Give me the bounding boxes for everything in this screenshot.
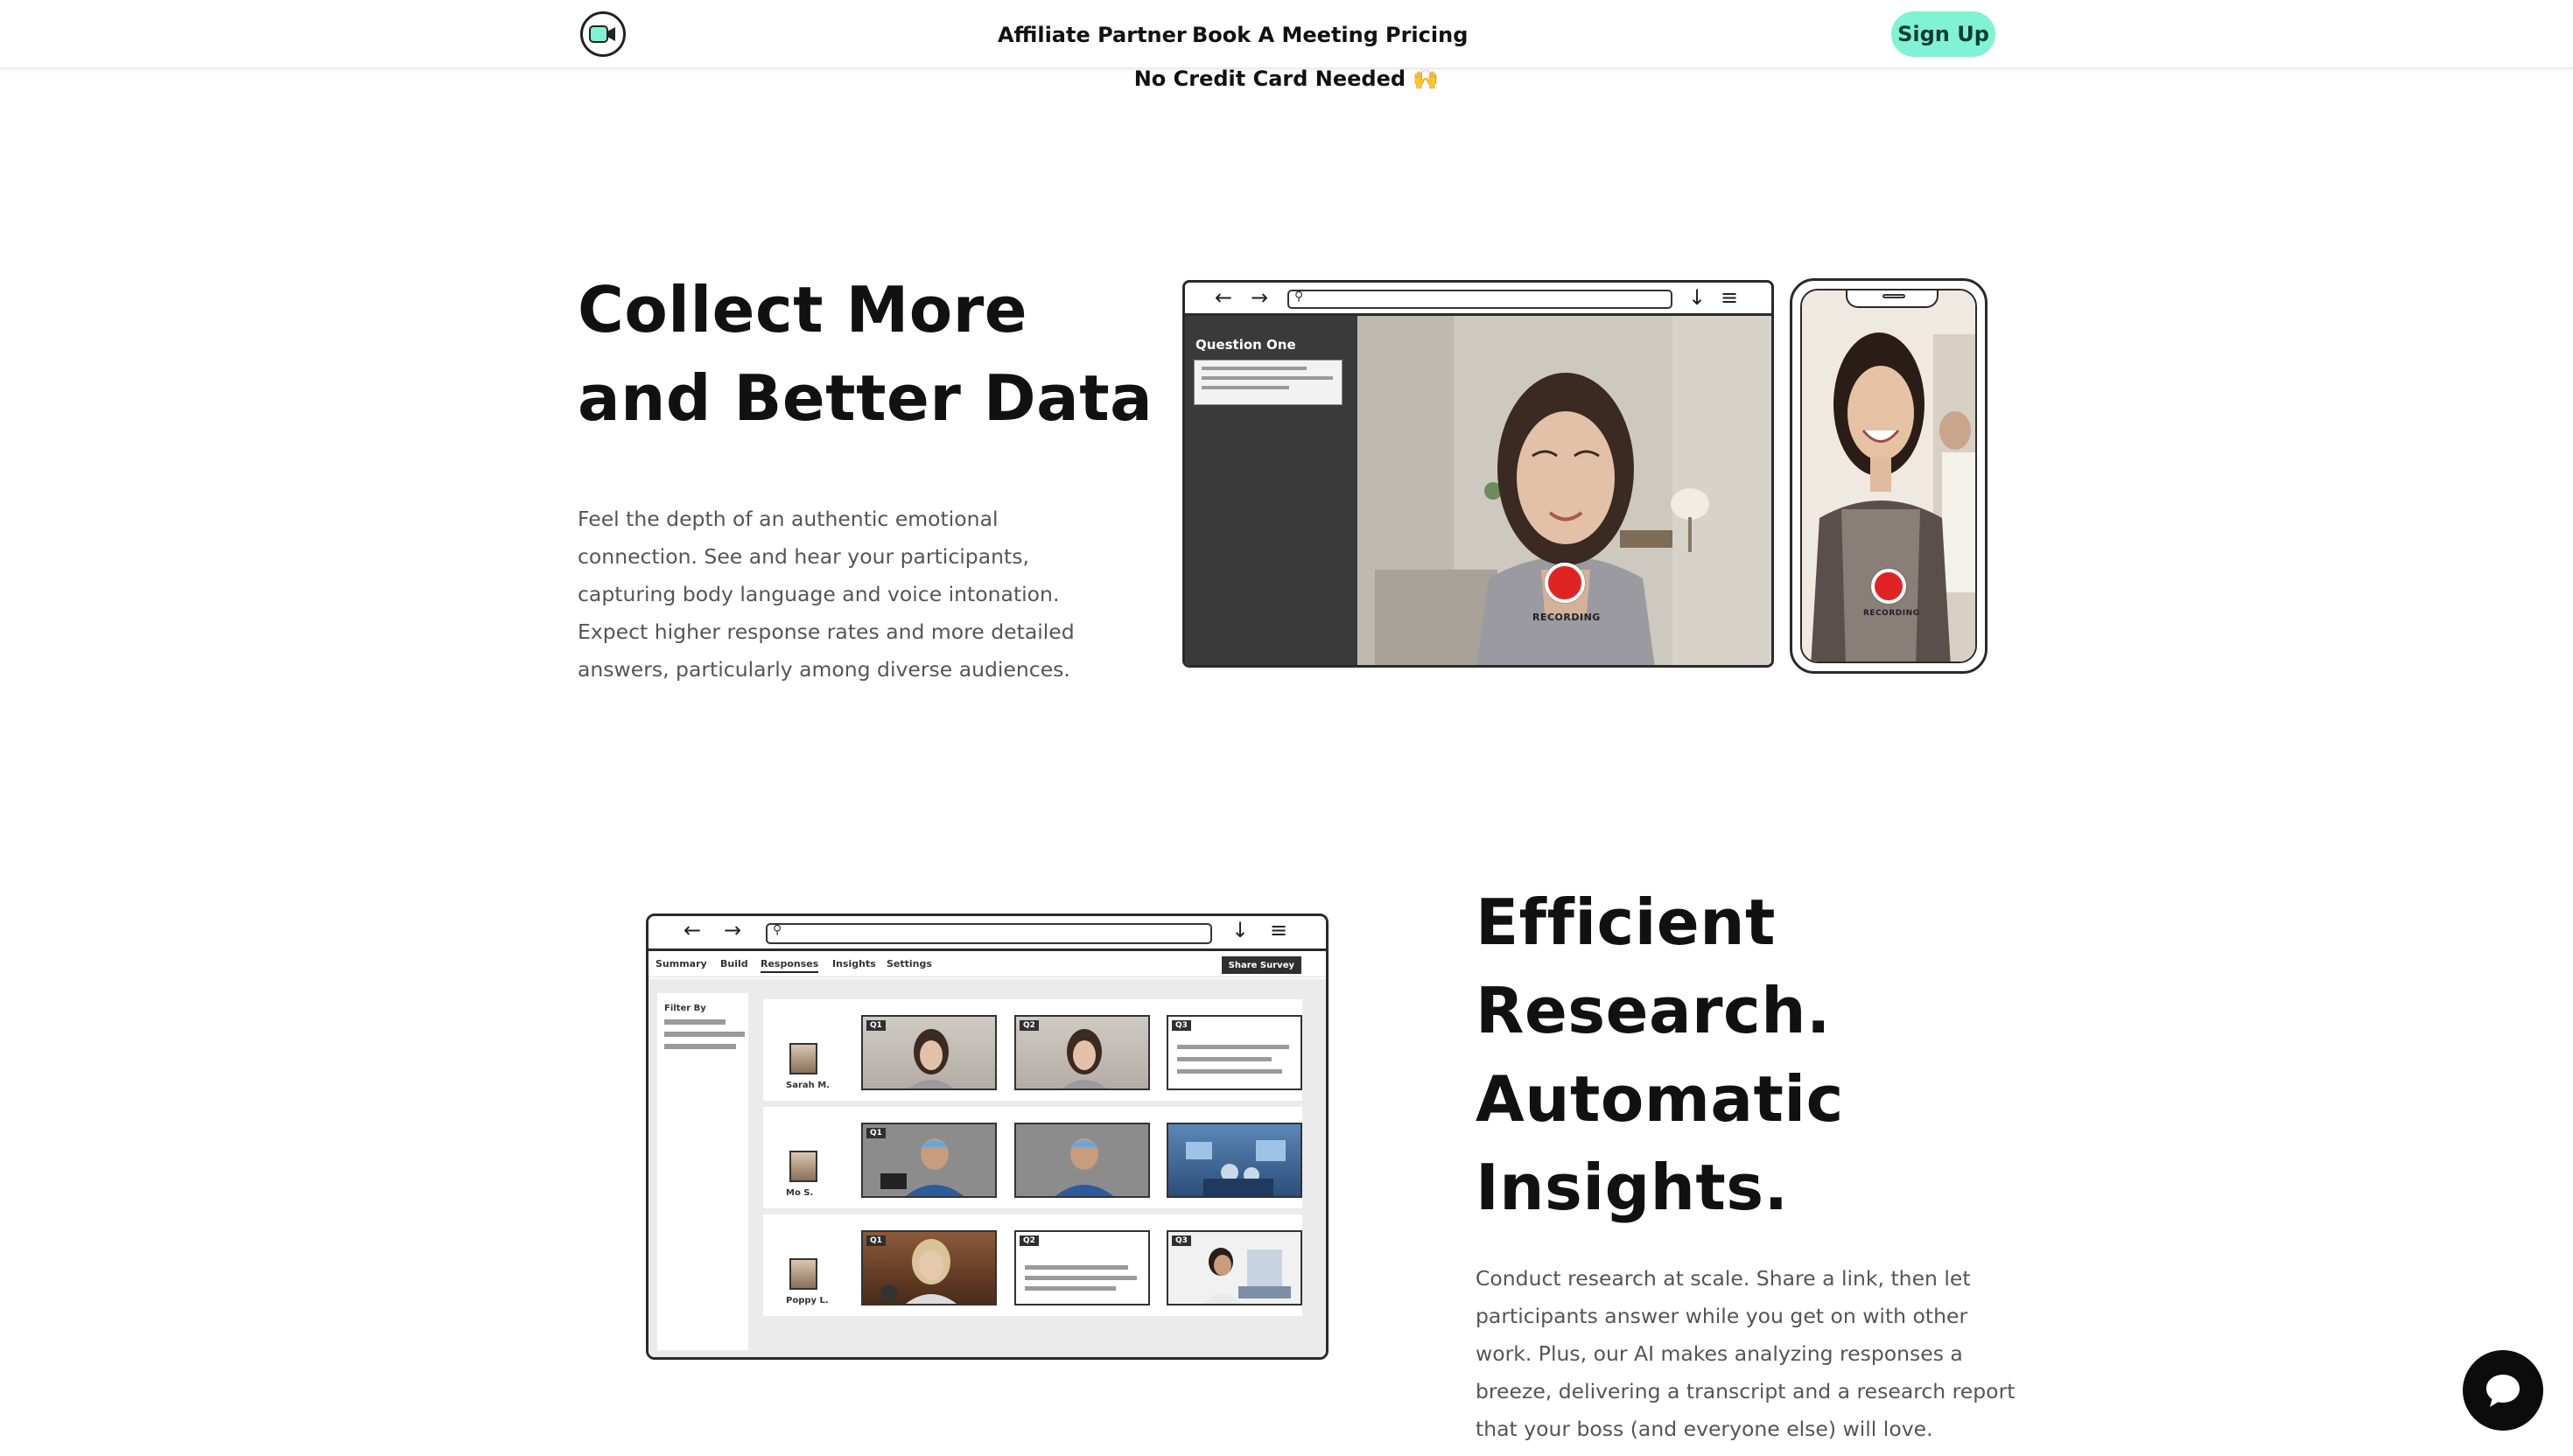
tab-responses: Responses [761,958,819,973]
collect-heading-line1: Collect More [578,273,1028,346]
download-arrow-icon: ↓ [1231,918,1250,942]
browser-toolbar: ← → ⚲ ↓ ≡ [649,916,1326,951]
participant-name: Poppy L. [786,1296,829,1306]
response-thumbnail: Q3 [1167,1230,1302,1306]
phone-screen: RECORDING [1800,289,1977,663]
participant-row: Sarah M. Q1 Q2 Q3 [763,999,1302,1101]
participant-row: Mo S. Q1 [763,1107,1302,1208]
chat-widget-button[interactable] [2463,1350,2543,1431]
research-heading-line4: Insights. [1476,1151,1789,1224]
site-header: Affiliate Partner Book A Meeting Pricing… [0,0,2573,69]
question-label: Q2 [1020,1236,1039,1246]
participant-row: Poppy L. Q1 Q2 Q3 [763,1214,1302,1316]
menu-icon: ≡ [1721,285,1739,310]
tab-settings: Settings [887,958,932,970]
nav-pricing[interactable]: Pricing [1385,23,1468,47]
question-label: Q3 [1172,1236,1191,1246]
logo-link[interactable] [580,11,626,57]
response-thumbnail: Q1 [861,1015,997,1090]
record-button-icon [1871,569,1906,604]
forward-arrow-icon: → [724,918,742,942]
back-arrow-icon: ← [1215,285,1233,310]
question-label: Q1 [866,1236,886,1246]
forward-arrow-icon: → [1251,285,1269,310]
search-icon: ⚲ [1294,290,1304,304]
tab-insights: Insights [832,958,876,970]
url-bar: ⚲ [1287,290,1672,309]
dashboard-mockup: ← → ⚲ ↓ ≡ Summary Build Responses Insigh… [646,914,1329,1360]
collect-heading-line2: and Better Data [578,361,1153,435]
research-heading: Efficient Research. Automatic Insights. [1476,878,1844,1232]
research-heading-line1: Efficient [1476,886,1776,959]
question-label: Q1 [866,1128,886,1138]
research-heading-line2: Research. [1476,974,1831,1047]
share-survey-button: Share Survey [1221,956,1301,974]
sign-up-button[interactable]: Sign Up [1891,11,1995,57]
main-nav-3: Pricing [1385,0,1468,69]
participant-name: Mo S. [786,1188,814,1198]
research-heading-line3: Automatic [1476,1062,1844,1136]
tab-summary: Summary [656,958,707,970]
main-nav: Affiliate Partner [998,0,1187,69]
response-thumbnail [1014,1123,1150,1198]
participant-video: RECORDING [1357,316,1771,665]
question-sidebar: Question One [1185,316,1357,665]
response-thumbnail: Q1 [861,1123,997,1198]
browser-toolbar: ← → ⚲ ↓ ≡ [1185,283,1771,316]
filter-panel: Filter By [657,993,748,1350]
filter-title: Filter By [664,1004,706,1013]
response-thumbnail: Q1 [861,1230,997,1306]
record-button-icon [1545,563,1585,603]
recording-label: RECORDING [1863,609,1920,618]
nav-affiliate-partner[interactable]: Affiliate Partner [998,23,1187,47]
response-thumbnail [1167,1123,1302,1198]
nav-book-a-meeting[interactable]: Book A Meeting [1192,23,1378,47]
question-title: Question One [1195,337,1296,353]
collect-description: Feel the depth of an authentic emotional… [578,507,1075,682]
response-text-thumbnail: Q2 [1014,1230,1150,1306]
participant-avatar [789,1258,817,1290]
no-credit-card-note: No Credit Card Needed 🙌 [1133,66,1440,91]
download-arrow-icon: ↓ [1688,285,1707,310]
video-camera-logo-icon [589,25,615,43]
phone-notch [1846,290,1939,308]
question-answer-box [1194,360,1343,405]
participant-avatar [789,1043,817,1074]
question-label: Q1 [866,1020,886,1031]
question-label: Q3 [1172,1020,1191,1031]
collect-heading: Collect More and Better Data [578,266,1153,443]
tab-build: Build [720,958,748,970]
participant-name: Sarah M. [786,1081,830,1090]
search-icon: ⚲ [773,923,782,937]
url-bar: ⚲ [766,923,1212,944]
research-description: Conduct research at scale. Share a link,… [1476,1266,2016,1441]
menu-icon: ≡ [1270,918,1288,942]
back-arrow-icon: ← [684,918,702,942]
chat-bubble-icon [2486,1375,2520,1407]
question-label: Q2 [1020,1020,1039,1031]
main-nav-2: Book A Meeting [1192,0,1378,69]
dashboard-tabs: Summary Build Responses Insights Setting… [649,951,1326,977]
response-text-thumbnail: Q3 [1167,1015,1302,1090]
desktop-recording-mockup: ← → ⚲ ↓ ≡ Question One RECORDING [1182,280,1774,668]
participant-avatar [789,1151,817,1182]
participant-girl-image [1802,290,1975,662]
mobile-recording-mockup: RECORDING [1790,278,1988,674]
response-thumbnail: Q2 [1014,1015,1150,1090]
recording-label: RECORDING [1532,612,1601,623]
